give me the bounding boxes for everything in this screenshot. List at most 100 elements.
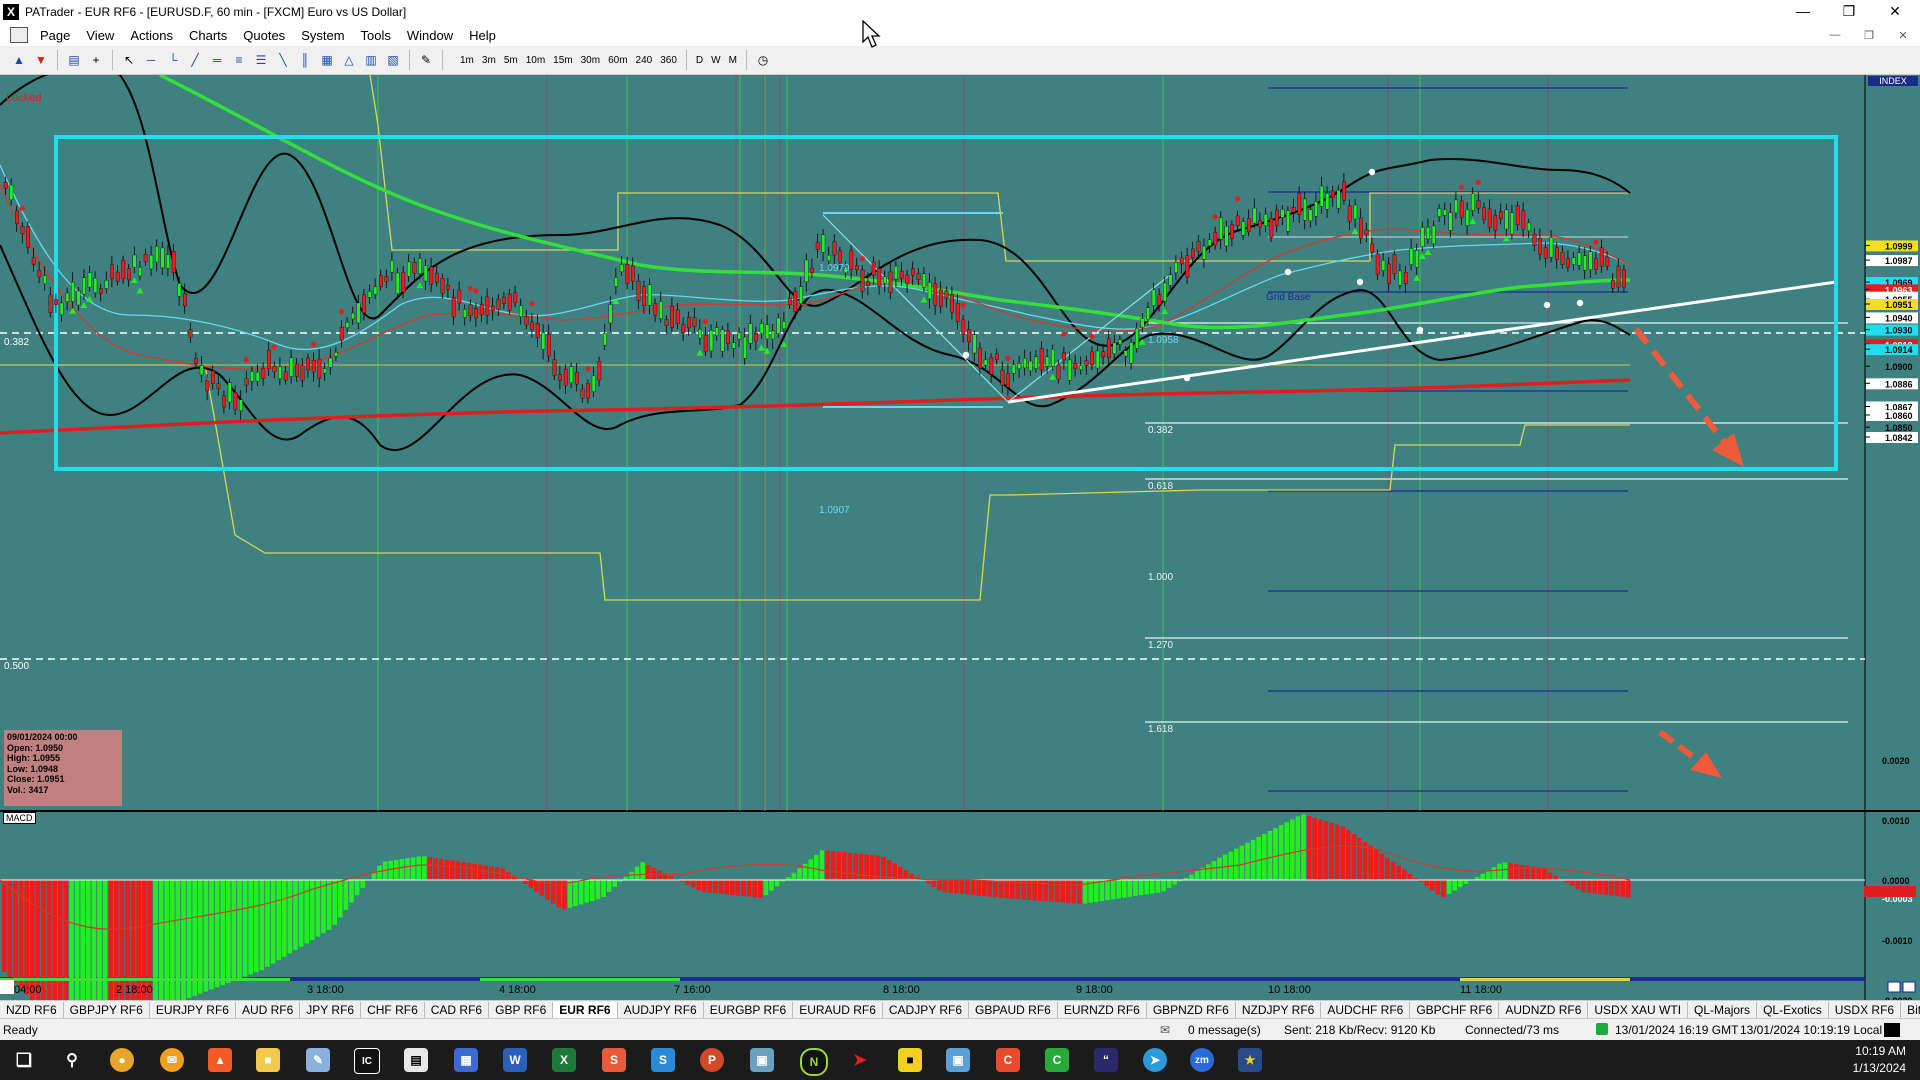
timeframe-240[interactable]: 240 <box>632 55 657 66</box>
word-icon[interactable]: W <box>503 1048 527 1072</box>
horizontal-line-icon[interactable]: ─ <box>142 51 160 69</box>
gann-icon[interactable]: ▧ <box>384 51 402 69</box>
image-viewer-icon[interactable]: ▣ <box>750 1048 774 1072</box>
mail-icon[interactable]: ✉ <box>1160 1023 1170 1037</box>
zoom-icon[interactable]: zm <box>1190 1048 1214 1072</box>
timeframe-30m[interactable]: 30m <box>577 55 604 66</box>
fib-fan-icon[interactable]: ╲ <box>274 51 292 69</box>
tab-nzd-rf6[interactable]: NZD RF6 <box>0 1002 64 1018</box>
tab-audjpy-rf6[interactable]: AUDJPY RF6 <box>618 1002 704 1018</box>
excel-icon[interactable]: X <box>552 1048 576 1072</box>
chart-type-icon[interactable]: ▤ <box>65 51 83 69</box>
sticky-notes-icon[interactable]: ■ <box>898 1048 922 1072</box>
file-explorer-icon[interactable]: ■ <box>256 1048 280 1072</box>
pencil-icon[interactable]: ✎ <box>417 51 435 69</box>
close-button[interactable]: ✕ <box>1872 0 1918 22</box>
tab-gbpjpy-rf6[interactable]: GBPJPY RF6 <box>64 1002 150 1018</box>
timeframe-360[interactable]: 360 <box>656 55 681 66</box>
menu-system[interactable]: System <box>293 28 352 43</box>
menu-quotes[interactable]: Quotes <box>235 28 293 43</box>
zoom-out-icon[interactable] <box>1902 981 1916 993</box>
timeframe-1m[interactable]: 1m <box>456 55 478 66</box>
chart-area[interactable]: 1.09991.09871.09691.09631.09571.09551.09… <box>0 75 1920 1000</box>
timeframe-15m[interactable]: 15m <box>549 55 576 66</box>
tab-nzdjpy-rf6[interactable]: NZDJPY RF6 <box>1236 1002 1322 1018</box>
vertical-line-icon[interactable]: └ <box>164 51 182 69</box>
menu-charts[interactable]: Charts <box>181 28 235 43</box>
child-close-button[interactable]: ✕ <box>1892 26 1914 44</box>
child-restore-button[interactable]: ❐ <box>1858 26 1880 44</box>
green-app-icon[interactable]: C <box>1045 1048 1069 1072</box>
tab-eurjpy-rf6[interactable]: EURJPY RF6 <box>150 1002 236 1018</box>
tab-gbpchf-rf6[interactable]: GBPCHF RF6 <box>1410 1002 1500 1018</box>
menu-page[interactable]: Page <box>32 28 78 43</box>
tab-ql-exotics[interactable]: QL-Exotics <box>1757 1002 1829 1018</box>
red-app-icon[interactable]: ➤ <box>848 1048 872 1072</box>
grid-icon[interactable]: ▦ <box>318 51 336 69</box>
tab-jpy-rf6[interactable]: JPY RF6 <box>300 1002 362 1018</box>
tab-chf-rf6[interactable]: CHF RF6 <box>361 1002 425 1018</box>
sell-icon[interactable]: ▼ <box>32 51 50 69</box>
timeframe-5m[interactable]: 5m <box>500 55 522 66</box>
tab-audchf-rf6[interactable]: AUDCHF RF6 <box>1321 1002 1411 1018</box>
timeframe-3m[interactable]: 3m <box>478 55 500 66</box>
menu-tools[interactable]: Tools <box>353 28 399 43</box>
clock-icon[interactable]: ◷ <box>754 51 772 69</box>
tab-eurnzd-rf6[interactable]: EURNZD RF6 <box>1058 1002 1147 1018</box>
star-app-icon[interactable]: ★ <box>1238 1048 1262 1072</box>
calculator-icon[interactable]: ▦ <box>454 1048 478 1072</box>
notes-app-icon[interactable]: ✎ <box>306 1048 330 1072</box>
chrome-icon[interactable]: ● <box>110 1048 134 1072</box>
nvidia-style-icon[interactable]: N <box>800 1048 828 1076</box>
outlook-mail-icon[interactable]: ✉ <box>160 1048 184 1072</box>
powerpoint-icon[interactable]: P <box>700 1048 724 1072</box>
fibonacci-icon[interactable]: ≡ <box>230 51 248 69</box>
photos-icon[interactable]: ▣ <box>946 1048 970 1072</box>
tab-eurgbp-rf6[interactable]: EURGBP RF6 <box>704 1002 794 1018</box>
period-weekly[interactable]: W <box>707 55 724 66</box>
ic-app-icon[interactable]: IC <box>354 1048 380 1074</box>
pointer-icon[interactable]: ↖ <box>120 51 138 69</box>
child-minimize-button[interactable]: — <box>1824 26 1846 44</box>
snagit-icon[interactable]: S <box>602 1048 626 1072</box>
bars-icon[interactable]: ▥ <box>362 51 380 69</box>
fib-time-icon[interactable]: ║ <box>296 51 314 69</box>
timeframe-60m[interactable]: 60m <box>604 55 631 66</box>
maximize-button[interactable]: ❐ <box>1826 0 1872 22</box>
minimize-button[interactable]: — <box>1780 0 1826 22</box>
patrader-taskbar-icon[interactable]: ▤ <box>404 1048 428 1072</box>
camtasia-icon[interactable]: C <box>996 1048 1020 1072</box>
triangle-icon[interactable]: △ <box>340 51 358 69</box>
tab-usdx-rf6[interactable]: USDX RF6 <box>1829 1002 1902 1018</box>
tab-audnzd-rf6[interactable]: AUDNZD RF6 <box>1499 1002 1589 1018</box>
timeframe-10m[interactable]: 10m <box>522 55 549 66</box>
tab-gbpaud-rf6[interactable]: GBPAUD RF6 <box>969 1002 1058 1018</box>
channel-icon[interactable]: ═ <box>208 51 226 69</box>
tab-euraud-rf6[interactable]: EURAUD RF6 <box>793 1002 883 1018</box>
telegram-icon[interactable]: ➤ <box>1143 1048 1167 1072</box>
quote-app-icon[interactable]: “ <box>1094 1048 1118 1072</box>
taskbar-clock[interactable]: 10:19 AM 1/13/2024 <box>1853 1043 1906 1077</box>
zoom-in-icon[interactable] <box>1887 981 1901 993</box>
menu-help[interactable]: Help <box>461 28 504 43</box>
tab-aud-rf6[interactable]: AUD RF6 <box>236 1002 301 1018</box>
tab-cad-rf6[interactable]: CAD RF6 <box>425 1002 490 1018</box>
tab-gbpnzd-rf6[interactable]: GBPNZD RF6 <box>1147 1002 1236 1018</box>
fib-extension-icon[interactable]: ☰ <box>252 51 270 69</box>
tab-cadjpy-rf6[interactable]: CADJPY RF6 <box>883 1002 970 1018</box>
search-icon[interactable]: ⚲ <box>60 1048 84 1072</box>
trend-line-icon[interactable]: ╱ <box>186 51 204 69</box>
windows-start-icon[interactable]: ❏ <box>12 1048 36 1072</box>
tab-ql-majors[interactable]: QL-Majors <box>1688 1002 1758 1018</box>
period-daily[interactable]: D <box>692 55 707 66</box>
menu-actions[interactable]: Actions <box>122 28 181 43</box>
buy-icon[interactable]: ▲ <box>10 51 28 69</box>
scroll-corner[interactable] <box>0 980 14 994</box>
skype-icon[interactable]: S <box>651 1048 675 1072</box>
crosshair-icon[interactable]: + <box>87 51 105 69</box>
menu-window[interactable]: Window <box>399 28 461 43</box>
menu-view[interactable]: View <box>78 28 122 43</box>
resize-grip-icon[interactable] <box>1884 1023 1900 1037</box>
period-monthly[interactable]: M <box>725 55 741 66</box>
tab-usdx-xau-wti[interactable]: USDX XAU WTI <box>1588 1002 1689 1018</box>
